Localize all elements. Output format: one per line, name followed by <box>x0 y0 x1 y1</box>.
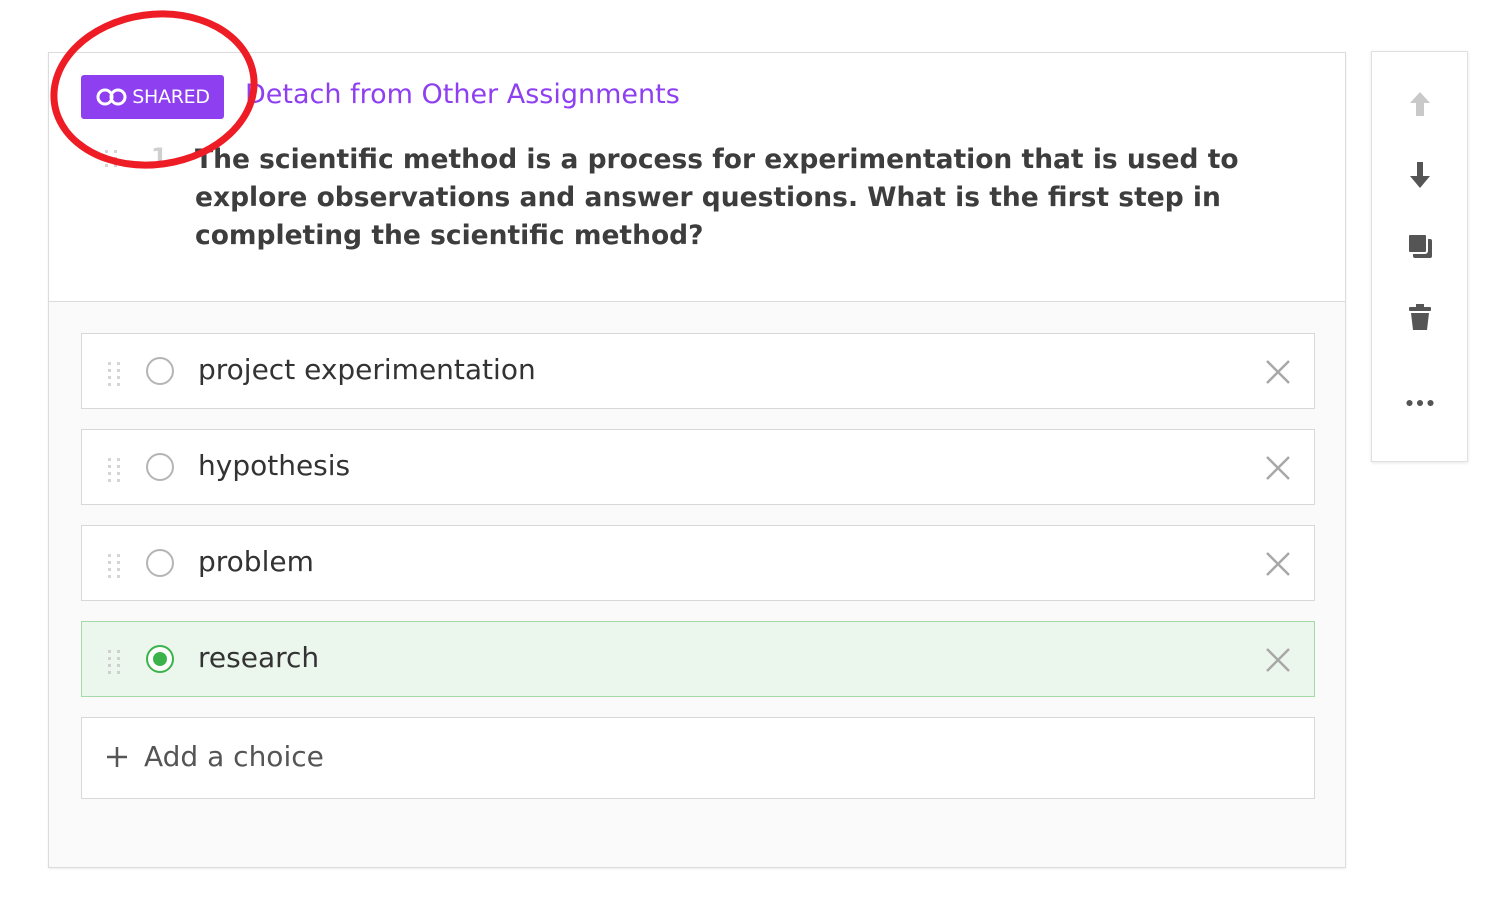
question-toolbar <box>1371 51 1468 462</box>
move-up-button[interactable] <box>1406 88 1434 118</box>
infinity-icon <box>96 88 127 106</box>
choice-text[interactable]: project experimentation <box>198 353 536 386</box>
shared-badge-label: SHARED <box>132 86 210 108</box>
drag-handle-icon[interactable] <box>106 648 128 674</box>
question-text[interactable]: The scientific method is a process for e… <box>195 141 1295 255</box>
plus-icon <box>107 747 127 767</box>
choice-row-correct: research <box>81 621 1315 697</box>
drag-handle-icon[interactable] <box>106 456 128 482</box>
choice-text[interactable]: research <box>198 641 319 674</box>
choice-radio-selected[interactable] <box>146 645 174 673</box>
move-down-button[interactable] <box>1406 160 1434 190</box>
question-drag-handle-icon[interactable] <box>103 148 127 172</box>
remove-choice-icon[interactable] <box>1264 550 1292 578</box>
arrow-down-icon <box>1410 162 1430 188</box>
more-icon <box>1406 399 1434 407</box>
remove-choice-icon[interactable] <box>1264 358 1292 386</box>
question-header: SHARED Detach from Other Assignments 1 T… <box>49 53 1345 302</box>
delete-button[interactable] <box>1406 302 1434 332</box>
choices-list: project experimentation hypothesis probl… <box>81 333 1315 799</box>
choice-radio[interactable] <box>146 357 174 385</box>
drag-handle-icon[interactable] <box>106 552 128 578</box>
arrow-up-icon <box>1410 92 1430 116</box>
question-number: 1 <box>151 143 168 171</box>
choice-radio[interactable] <box>146 549 174 577</box>
duplicate-icon <box>1407 233 1432 258</box>
choice-row: project experimentation <box>81 333 1315 409</box>
remove-choice-icon[interactable] <box>1264 454 1292 482</box>
choice-row: hypothesis <box>81 429 1315 505</box>
choice-text[interactable]: hypothesis <box>198 449 350 482</box>
shared-badge[interactable]: SHARED <box>81 75 224 119</box>
add-choice-button[interactable]: Add a choice <box>81 717 1315 799</box>
duplicate-button[interactable] <box>1406 231 1434 261</box>
trash-icon <box>1409 304 1431 330</box>
drag-handle-icon[interactable] <box>106 360 128 386</box>
question-card: SHARED Detach from Other Assignments 1 T… <box>48 52 1346 868</box>
choice-row: problem <box>81 525 1315 601</box>
choice-radio[interactable] <box>146 453 174 481</box>
choice-text[interactable]: problem <box>198 545 314 578</box>
remove-choice-icon[interactable] <box>1264 646 1292 674</box>
detach-link[interactable]: Detach from Other Assignments <box>245 79 680 110</box>
more-options-button[interactable] <box>1406 388 1434 418</box>
add-choice-label: Add a choice <box>144 740 324 773</box>
